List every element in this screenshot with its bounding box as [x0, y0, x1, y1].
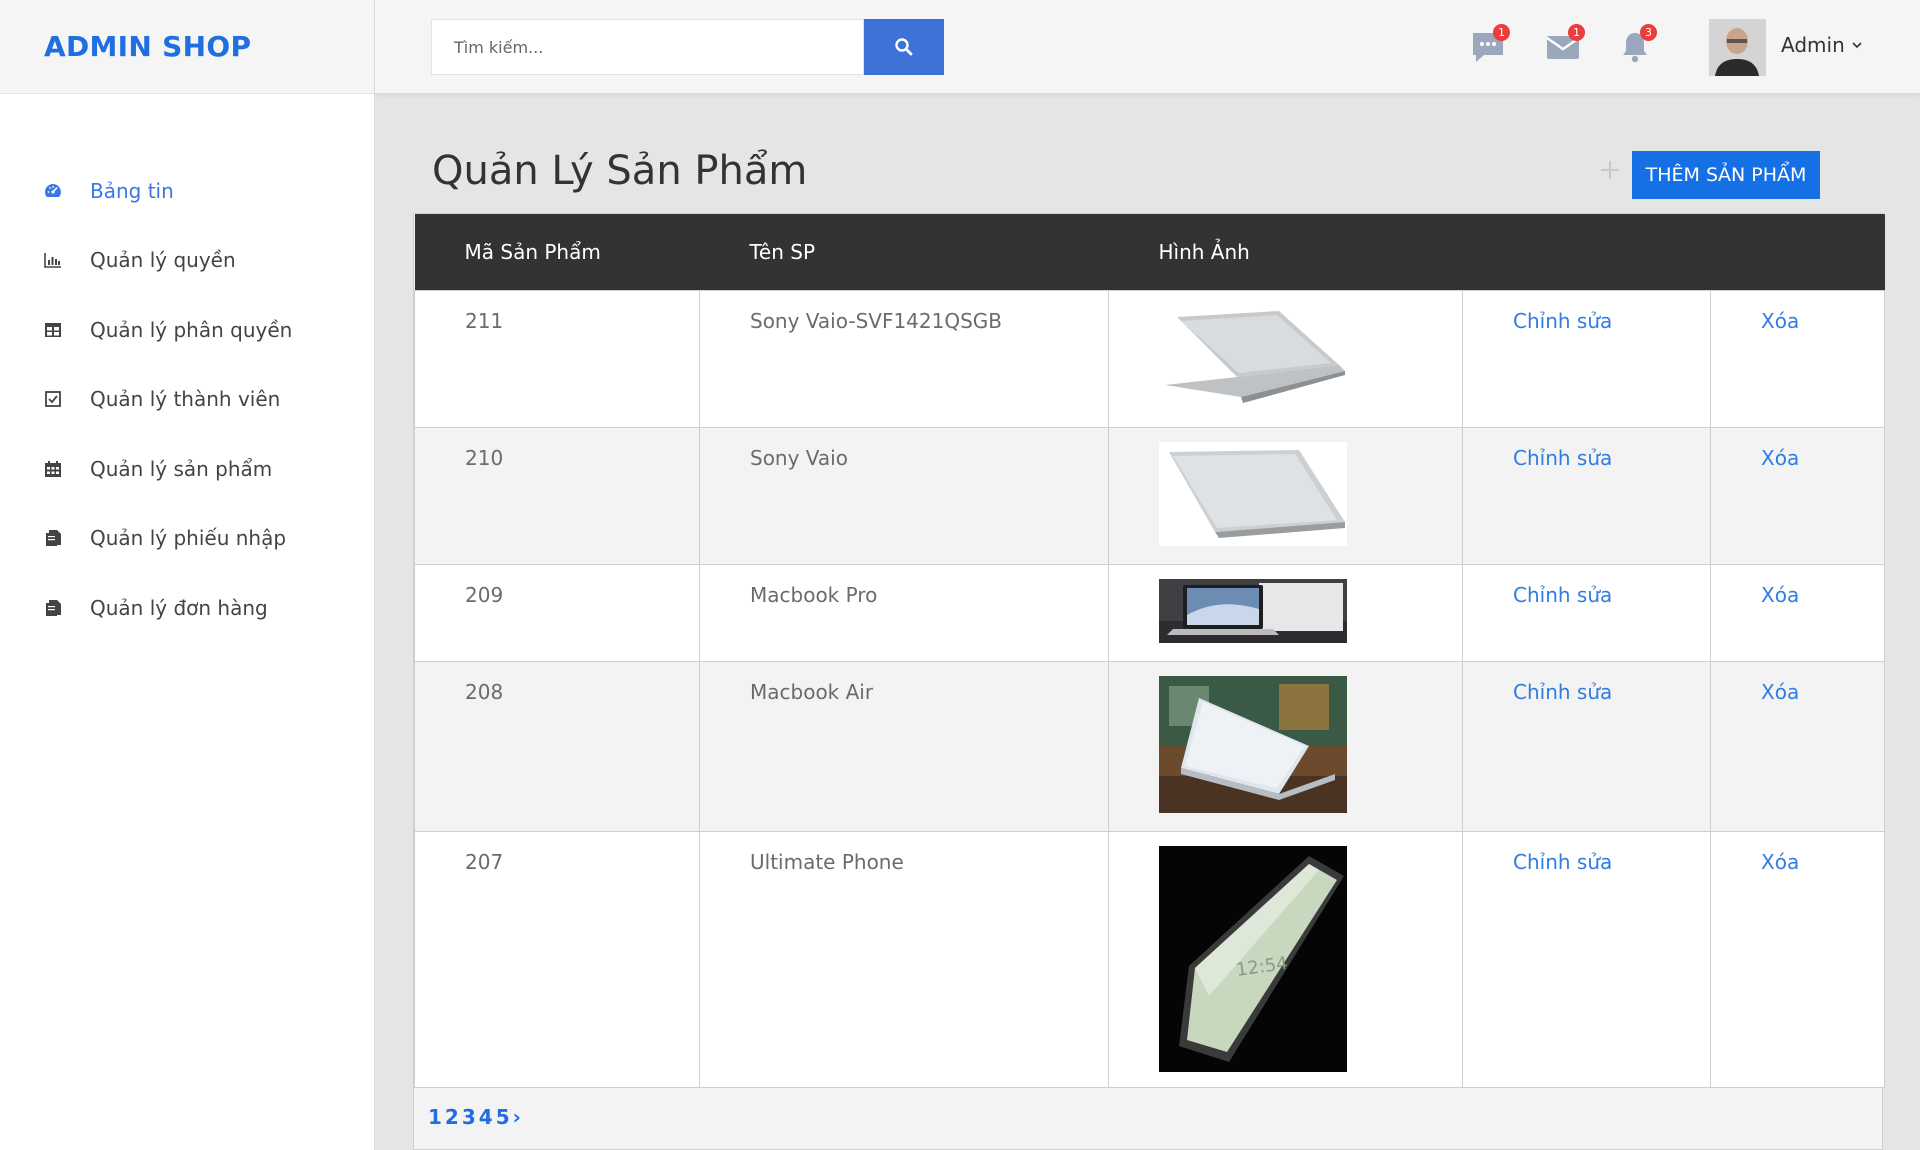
user-name: Admin: [1781, 33, 1845, 57]
next-page-link[interactable]: ›: [513, 1105, 521, 1129]
product-id: 210: [414, 426, 700, 565]
macbook-pro-icon: [1159, 578, 1347, 643]
table-header-row: Mã Sản Phẩm Tên SP Hình Ảnh: [414, 214, 1885, 290]
copy-icon: [42, 527, 64, 549]
product-name: Macbook Air: [699, 660, 1109, 832]
chevron-down-icon: [1852, 42, 1862, 49]
product-table: Mã Sản Phẩm Tên SP Hình Ảnh 211 Sony Vai…: [414, 214, 1885, 1088]
phone-icon: 12:54: [1159, 845, 1347, 1072]
sidebar: ADMIN SHOP Bảng tin Quản lý quyền Quản l…: [0, 0, 375, 1150]
bar-chart-icon: [42, 249, 64, 271]
sidebar-menu: Bảng tin Quản lý quyền Quản lý phân quyề…: [0, 94, 374, 643]
page-link-4[interactable]: 4: [479, 1105, 493, 1129]
delete-link[interactable]: Xóa: [1761, 309, 1799, 333]
sidebar-item-label: Quản lý quyền: [90, 248, 236, 273]
alerts-button[interactable]: 3: [1615, 24, 1657, 67]
plus-icon[interactable]: [1599, 159, 1621, 181]
page-link-1[interactable]: 1: [428, 1105, 442, 1129]
product-id: 209: [414, 563, 700, 662]
product-name: Sony Vaio: [699, 426, 1109, 565]
edit-link[interactable]: Chỉnh sửa: [1513, 680, 1612, 704]
checkbox-icon: [42, 388, 64, 410]
laptop-silver-icon: [1159, 441, 1347, 546]
delete-link[interactable]: Xóa: [1761, 446, 1799, 470]
pagination: 1 2 3 4 5 ›: [428, 1105, 524, 1129]
column-header-edit: [1463, 214, 1711, 290]
brand-logo[interactable]: ADMIN SHOP: [0, 0, 374, 94]
table-row: 209 Macbook Pro Chỉnh sửa Xóa: [414, 563, 1885, 662]
table-row: 207 Ultimate Phone 12:54 Chỉnh sửa Xóa: [414, 830, 1885, 1088]
notification-badge: 1: [1568, 24, 1585, 41]
top-bar: 1 1 3 Admin: [375, 0, 1920, 94]
edit-link[interactable]: Chỉnh sửa: [1513, 583, 1612, 607]
sidebar-item-label: Bảng tin: [90, 178, 174, 203]
calendar-icon: [42, 458, 64, 480]
table-row: 210 Sony Vaio Chỉnh sửa Xóa: [414, 426, 1885, 565]
notification-badge: 1: [1493, 24, 1510, 41]
avatar[interactable]: [1709, 19, 1766, 76]
user-photo-icon: [1709, 19, 1766, 76]
sidebar-item-label: Quản lý phân quyền: [90, 317, 293, 342]
column-header-delete: [1711, 214, 1885, 290]
edit-link[interactable]: Chỉnh sửa: [1513, 850, 1612, 874]
page-title: Quản Lý Sản Phẩm: [432, 148, 808, 194]
sidebar-item-dashboard[interactable]: Bảng tin: [0, 156, 374, 226]
add-product-button[interactable]: THÊM SẢN PHẨM: [1632, 151, 1820, 199]
brand-name[interactable]: ADMIN SHOP: [44, 30, 251, 63]
column-header-name: Tên SP: [749, 239, 816, 264]
product-name: Macbook Pro: [699, 563, 1109, 662]
search-input[interactable]: [431, 19, 864, 75]
column-header-id: Mã Sản Phẩm: [464, 239, 601, 264]
table-icon: [42, 319, 64, 341]
product-table-panel: Mã Sản Phẩm Tên SP Hình Ảnh 211 Sony Vai…: [413, 213, 1885, 1150]
search-box: [431, 19, 944, 75]
page-link-3[interactable]: 3: [462, 1105, 476, 1129]
product-name: Sony Vaio-SVF1421QSGB: [699, 289, 1109, 428]
dashboard-icon: [42, 180, 64, 202]
messages-button[interactable]: 1: [1468, 24, 1510, 67]
column-header-image: Hình Ảnh: [1158, 239, 1250, 264]
user-menu[interactable]: Admin: [1781, 33, 1863, 57]
sidebar-item-imports[interactable]: Quản lý phiếu nhập: [0, 504, 374, 574]
macbook-air-icon: [1159, 675, 1347, 813]
mail-button[interactable]: 1: [1543, 24, 1585, 67]
product-id: 208: [414, 660, 700, 832]
edit-link[interactable]: Chỉnh sửa: [1513, 446, 1612, 470]
laptop-silver-icon: [1159, 304, 1347, 409]
sidebar-item-role-assign[interactable]: Quản lý phân quyền: [0, 295, 374, 365]
sidebar-item-label: Quản lý sản phẩm: [90, 456, 273, 481]
page-link-5[interactable]: 5: [496, 1105, 510, 1129]
product-id: 207: [414, 830, 700, 1088]
search-icon: [895, 38, 913, 56]
search-button[interactable]: [864, 19, 944, 75]
delete-link[interactable]: Xóa: [1761, 680, 1799, 704]
delete-link[interactable]: Xóa: [1761, 583, 1799, 607]
sidebar-item-label: Quản lý thành viên: [90, 387, 281, 412]
sidebar-item-permissions[interactable]: Quản lý quyền: [0, 226, 374, 296]
copy-icon: [42, 597, 64, 619]
sidebar-item-label: Quản lý đơn hàng: [90, 595, 268, 620]
sidebar-item-label: Quản lý phiếu nhập: [90, 526, 287, 551]
sidebar-item-orders[interactable]: Quản lý đơn hàng: [0, 573, 374, 643]
edit-link[interactable]: Chỉnh sửa: [1513, 309, 1612, 333]
sidebar-item-members[interactable]: Quản lý thành viên: [0, 365, 374, 435]
table-row: 211 Sony Vaio-SVF1421QSGB Chỉnh sửa Xóa: [414, 289, 1885, 428]
product-name: Ultimate Phone: [699, 830, 1109, 1088]
delete-link[interactable]: Xóa: [1761, 850, 1799, 874]
page-link-2[interactable]: 2: [445, 1105, 459, 1129]
sidebar-item-products[interactable]: Quản lý sản phẩm: [0, 434, 374, 504]
table-row: 208 Macbook Air Chỉnh sửa Xóa: [414, 660, 1885, 832]
product-id: 211: [414, 289, 700, 428]
notification-badge: 3: [1640, 24, 1657, 41]
